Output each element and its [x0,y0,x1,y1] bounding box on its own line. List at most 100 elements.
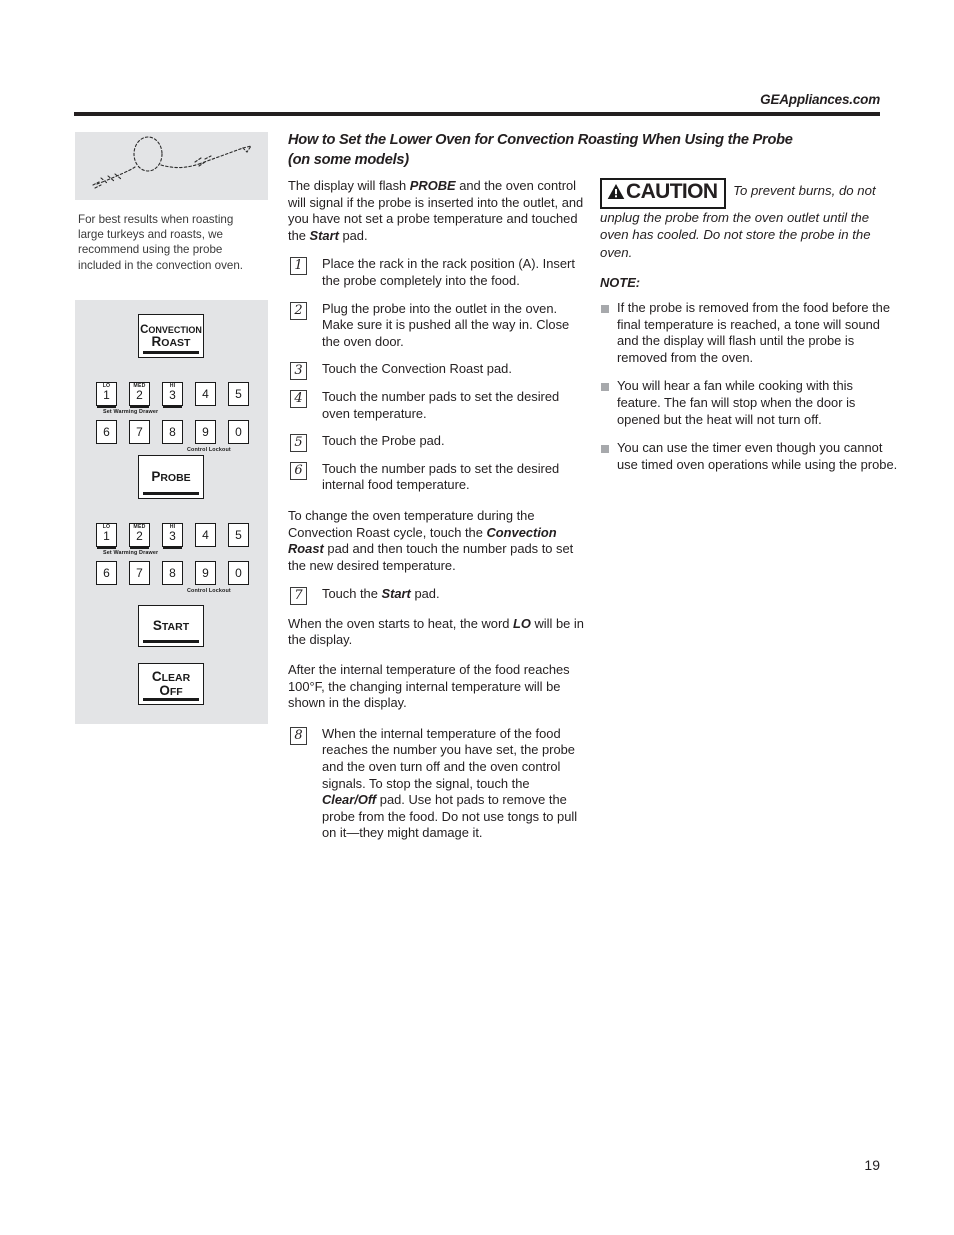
probe-illustration-box [75,132,268,200]
numpad-7-digit: 7 [136,425,143,439]
numpad-2-lower-digit: 2 [136,529,143,543]
page-number: 19 [864,1157,880,1173]
note-bullet-2-text: You will hear a fan while cooking with t… [617,378,856,427]
clear-off-pad-line2-rest: FF [169,686,183,698]
control-panel-diagram: CONVECTION ROAST LO 1 MED 2 HI 3 4 5 Set Wa… [75,300,268,724]
numpad-1-lower[interactable]: LO 1 [96,523,117,549]
numpad-0[interactable]: 0 [228,420,249,444]
note-bullet-2: You will hear a fan while cooking with t… [600,378,900,428]
bullet-square-icon [601,445,609,454]
change-temperature-paragraph: To change the oven temperature during th… [288,508,586,574]
control-lockout-label-upper: Control Lockout [187,447,231,453]
numpad-5-digit: 5 [235,387,242,401]
warning-triangle-icon [607,183,625,205]
change-temp-after: pad and then touch the number pads to se… [288,541,574,573]
numpad-0-lower[interactable]: 0 [228,561,249,585]
step-7-bold: Start [381,586,411,602]
sidebar: For best results when roasting large tur… [75,132,268,273]
heat-paragraph: When the oven starts to heat, the word L… [288,616,586,649]
caution-badge-text: CAUTION [626,180,718,203]
clear-off-pad-line2-cap: O [159,683,170,698]
numpad-9-lower-digit: 9 [202,566,209,580]
pad-underbar [143,698,199,701]
control-lockout-label-lower: Control Lockout [187,588,231,594]
numpad-8-lower[interactable]: 8 [162,561,183,585]
note-bullet-1: If the probe is removed from the food be… [600,300,900,366]
intro-bold-start: Start [309,227,339,243]
numpad-9[interactable]: 9 [195,420,216,444]
start-pad-rest: TART [161,621,190,633]
clear-off-pad[interactable]: CLEAR OFF [138,663,204,705]
caution-badge: CAUTION [600,178,727,209]
numpad-7[interactable]: 7 [129,420,150,444]
bullet-square-icon [601,305,609,313]
step-2-number: 2 [290,301,307,320]
intro-paragraph: The display will flash PROBE and the ove… [288,178,586,244]
convection-roast-pad-line2-rest: OAST [161,337,191,349]
numpad-6-lower[interactable]: 6 [96,561,117,585]
step-6-text: Touch the number pads to set the desired… [322,460,560,493]
note-bullet-3-text: You can use the timer even though you ca… [617,440,898,472]
note-bullet-3: You can use the timer even though you ca… [600,440,900,473]
step-3: 3 Touch the Convection Roast pad. [288,361,586,381]
pad-underbar [143,351,199,354]
step-8: 8 When the internal temperature of the f… [288,726,586,842]
numpad-0-lower-digit: 0 [235,566,242,580]
numpad-2-lower[interactable]: MED 2 [129,523,150,549]
numpad-6[interactable]: 6 [96,420,117,444]
numpad-2[interactable]: MED 2 [129,382,150,408]
numpad-underbar [97,546,116,549]
step-7-number: 7 [290,587,307,606]
step-8-number: 8 [290,726,307,745]
step-3-number: 3 [290,362,307,381]
numpad-underbar [97,405,116,408]
intro-after: pad. [338,227,368,243]
step-5: 5 Touch the Probe pad. [288,433,586,453]
step-5-text: Touch the Probe pad. [322,433,445,449]
internal-temperature-paragraph: After the internal temperature of the fo… [288,662,570,711]
step-7-before: Touch the [322,586,382,602]
step-8-text: When the internal temperature of the foo… [322,726,586,842]
numpad-4-lower[interactable]: 4 [195,523,216,547]
intro-bold-probe: PROBE [409,178,456,193]
step-8-before: When the internal temperature of the foo… [322,725,575,791]
numpad-7-lower[interactable]: 7 [129,561,150,585]
step-7: 7 Touch the Start pad. [288,586,586,606]
numpad-4-lower-digit: 4 [202,528,209,542]
convection-roast-pad-line2-cap: R [151,334,162,349]
note-bullet-1-text: If the probe is removed from the food be… [617,300,891,365]
start-pad[interactable]: START [138,605,204,647]
step-7-after: pad. [410,586,440,602]
numpad-9-lower[interactable]: 9 [195,561,216,585]
probe-pad-cap: P [151,469,161,484]
site-url: GEAppliances.com [760,92,880,107]
numpad-3[interactable]: HI 3 [162,382,183,408]
heat-bold-lo: LO [513,615,531,631]
step-2-text: Plug the probe into the outlet in the ov… [322,300,570,349]
start-pad-cap: S [152,618,162,633]
bullet-square-icon [601,383,609,392]
step-5-number: 5 [290,434,307,453]
numpad-3-lower[interactable]: HI 3 [162,523,183,549]
caution-block: CAUTION To prevent burns, do not unplug … [600,178,900,261]
numpad-7-lower-digit: 7 [136,566,143,580]
numpad-underbar [163,546,182,549]
numpad-4[interactable]: 4 [195,382,216,406]
numpad-1[interactable]: LO 1 [96,382,117,408]
step-6: 6 Touch the number pads to set the desir… [288,461,586,494]
intro-before: The display will flash [288,178,410,193]
numpad-4-digit: 4 [202,387,209,401]
numpad-6-lower-digit: 6 [103,566,110,580]
oven-temperature-probe-illustration [92,136,253,189]
instructions-column: The display will flash PROBE and the ove… [288,178,586,853]
numpad-1-digit: 1 [103,388,110,402]
convection-roast-pad[interactable]: CONVECTION ROAST [138,314,204,358]
numpad-5-lower[interactable]: 5 [228,523,249,547]
numpad-8[interactable]: 8 [162,420,183,444]
set-warming-drawer-label-upper: Set Warming Drawer [103,409,159,415]
numpad-5[interactable]: 5 [228,382,249,406]
numpad-underbar [163,405,182,408]
probe-pad[interactable]: PROBE [138,455,204,499]
heat-before: When the oven starts to heat, the word [288,615,513,631]
step-2: 2 Plug the probe into the outlet in the … [288,301,586,351]
